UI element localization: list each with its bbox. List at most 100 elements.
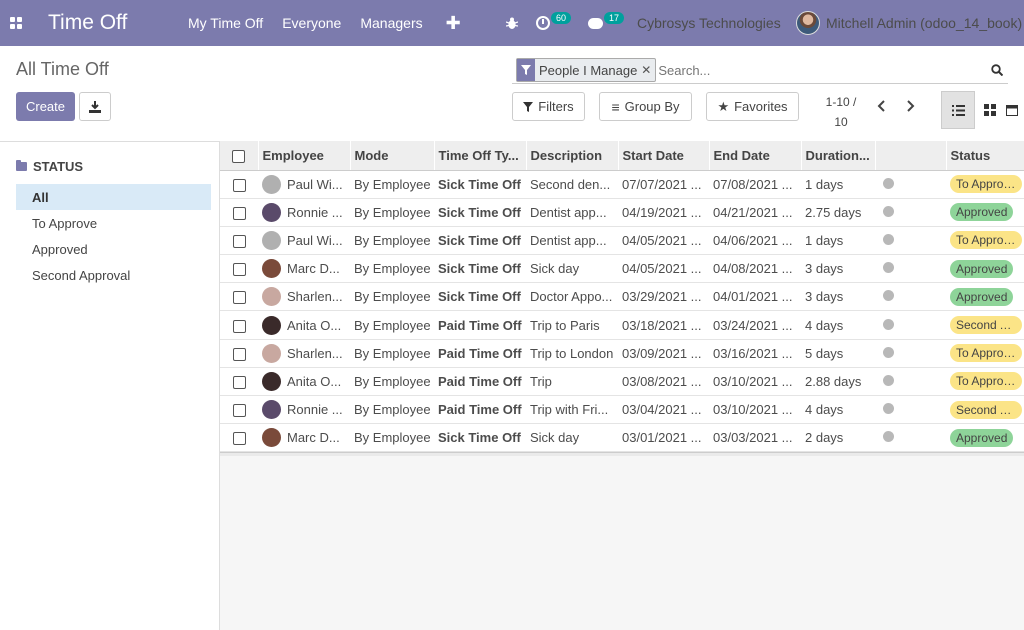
menu-my-time-off[interactable]: My Time Off	[188, 15, 263, 31]
status-filter-second-approval[interactable]: Second Approval	[16, 262, 211, 288]
cell-time-off-type: Paid Time Off	[434, 310, 526, 340]
cell-end-date: 04/01/2021 ...	[709, 282, 801, 312]
search-icon[interactable]	[986, 64, 1008, 76]
company-switcher[interactable]: Cybrosys Technologies	[637, 0, 781, 46]
row-checkbox[interactable]	[220, 339, 258, 368]
activity-status-icon[interactable]	[883, 205, 894, 217]
cell-employee: Sharlen...	[258, 282, 350, 312]
table-row[interactable]: Paul Wi... By Employee Sick Time Off Dentis…	[220, 226, 1024, 256]
row-checkbox[interactable]	[220, 367, 258, 397]
list-view-button[interactable]	[941, 91, 975, 129]
pager-next-icon[interactable]	[905, 99, 915, 117]
cell-duration: 4 days	[801, 310, 875, 340]
filter-facet-icon	[517, 59, 535, 81]
employee-name: Ronnie ...	[287, 204, 343, 220]
column-header-description[interactable]: Description	[526, 141, 619, 171]
status-filter-to-approve[interactable]: To Approve	[16, 210, 211, 236]
menu-managers[interactable]: Managers	[360, 15, 422, 31]
favorites-button[interactable]: ★ Favorites	[706, 92, 799, 121]
employee-avatar	[262, 343, 281, 363]
column-header-duration[interactable]: Duration...	[801, 141, 876, 171]
table-row[interactable]: Anita O... By Employee Paid Time Off Trip 03…	[220, 367, 1024, 397]
cell-activity[interactable]	[875, 170, 946, 199]
column-header-employee[interactable]: Employee	[258, 141, 351, 171]
activity-status-icon[interactable]	[883, 374, 894, 386]
column-header-end-date[interactable]: End Date	[709, 141, 802, 171]
download-button[interactable]	[79, 92, 111, 121]
cell-mode: By Employee	[350, 198, 434, 227]
messages-menu[interactable]: 17	[588, 0, 625, 46]
cell-duration: 1 days	[801, 170, 875, 199]
cell-mode: By Employee	[350, 339, 434, 368]
cell-activity[interactable]	[875, 310, 946, 340]
table-row[interactable]: Sharlen... By Employee Sick Time Off Doctor…	[220, 282, 1024, 312]
table-row[interactable]: Marc D... By Employee Sick Time Off Sick da…	[220, 254, 1024, 284]
select-all-checkbox[interactable]	[220, 141, 259, 171]
column-header-status[interactable]: Status	[946, 141, 1024, 171]
table-row[interactable]: Paul Wi... By Employee Sick Time Off Second…	[220, 170, 1024, 199]
debug-bug-icon[interactable]	[506, 0, 518, 46]
row-checkbox[interactable]	[220, 282, 258, 312]
table-row[interactable]: Ronnie ... By Employee Sick Time Off Dentis…	[220, 198, 1024, 227]
cell-activity[interactable]	[875, 282, 946, 312]
employee-avatar	[262, 428, 281, 448]
row-checkbox[interactable]	[220, 310, 258, 340]
status-filter-all[interactable]: All	[16, 184, 211, 210]
cell-activity[interactable]	[875, 198, 946, 227]
status-badge: Second Ap...	[950, 400, 1022, 419]
activity-status-icon[interactable]	[883, 233, 894, 245]
table-row[interactable]: Marc D... By Employee Sick Time Off Sick da…	[220, 423, 1024, 453]
cell-activity[interactable]	[875, 423, 946, 453]
cell-end-date: 03/10/2021 ...	[709, 367, 801, 397]
row-checkbox[interactable]	[220, 226, 258, 256]
app-title[interactable]: Time Off	[48, 11, 188, 35]
pager-previous-icon[interactable]	[877, 99, 887, 117]
status-section-header: STATUS	[16, 159, 83, 174]
pager-value[interactable]: 1-10 / 10	[818, 92, 864, 132]
group-by-button[interactable]: ≡ Group By	[599, 92, 692, 121]
table-row[interactable]: Anita O... By Employee Paid Time Off Trip t…	[220, 310, 1024, 340]
employee-name: Sharlen...	[287, 289, 343, 305]
column-header-mode[interactable]: Mode	[350, 141, 435, 171]
create-button[interactable]: Create	[16, 92, 75, 121]
row-checkbox[interactable]	[220, 423, 258, 453]
cell-activity[interactable]	[875, 339, 946, 368]
kanban-view-button[interactable]	[973, 91, 1007, 129]
filters-button[interactable]: Filters	[512, 92, 585, 121]
cell-end-date: 03/16/2021 ...	[709, 339, 801, 368]
cell-description: Sick day	[526, 423, 618, 453]
activity-status-icon[interactable]	[883, 262, 894, 274]
search-input[interactable]	[658, 62, 986, 78]
apps-menu-icon[interactable]	[0, 0, 32, 46]
activity-status-icon[interactable]	[883, 177, 894, 189]
plus-icon[interactable]: ✚	[446, 13, 461, 34]
table-row[interactable]: Ronnie ... By Employee Paid Time Off Trip w…	[220, 395, 1024, 425]
activity-status-icon[interactable]	[883, 290, 894, 302]
cell-activity[interactable]	[875, 226, 946, 256]
cell-activity[interactable]	[875, 367, 946, 397]
row-checkbox[interactable]	[220, 170, 258, 199]
cell-description: Trip with Fri...	[526, 395, 618, 425]
activity-status-icon[interactable]	[883, 403, 894, 415]
messages-count-badge: 17	[604, 12, 625, 24]
menu-everyone[interactable]: Everyone	[282, 15, 341, 31]
status-filter-approved[interactable]: Approved	[16, 236, 211, 262]
facet-remove-icon[interactable]: ✕	[641, 63, 655, 77]
activity-status-icon[interactable]	[883, 318, 894, 330]
cell-activity[interactable]	[875, 395, 946, 425]
activity-status-icon[interactable]	[883, 431, 894, 443]
calendar-view-button[interactable]	[1006, 91, 1024, 129]
column-header-start-date[interactable]: Start Date	[618, 141, 710, 171]
user-menu[interactable]: Mitchell Admin (odoo_14_book)	[796, 0, 1022, 46]
column-header-time-off-type[interactable]: Time Off Ty...	[434, 141, 527, 171]
cell-status: Approved	[946, 423, 1024, 453]
cell-activity[interactable]	[875, 254, 946, 284]
row-checkbox[interactable]	[220, 395, 258, 425]
cell-status: To Approve	[946, 339, 1024, 368]
table-row[interactable]: Sharlen... By Employee Paid Time Off Trip t…	[220, 339, 1024, 368]
row-checkbox[interactable]	[220, 198, 258, 227]
cell-description: Trip	[526, 367, 618, 397]
row-checkbox[interactable]	[220, 254, 258, 284]
activity-menu[interactable]: 60	[536, 0, 572, 46]
activity-status-icon[interactable]	[883, 346, 894, 358]
